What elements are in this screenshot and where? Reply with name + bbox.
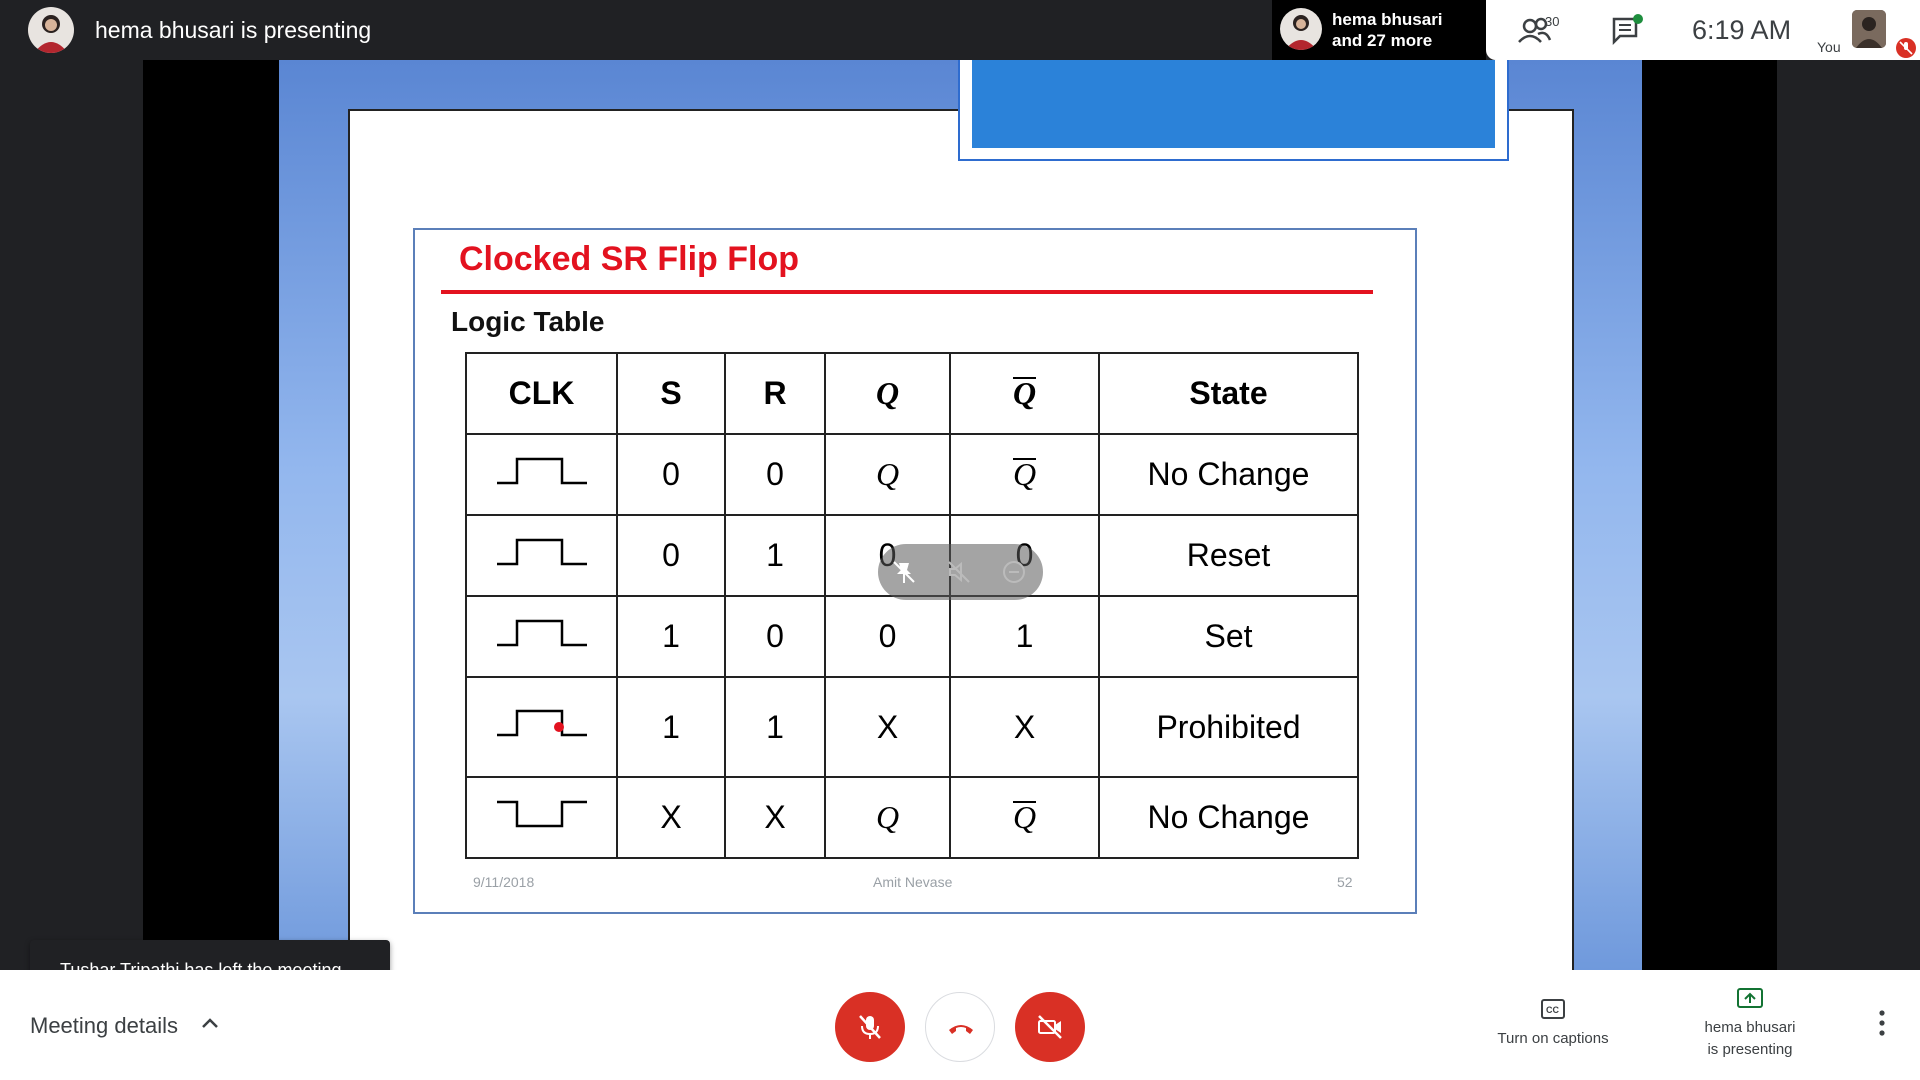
cell-s: X xyxy=(616,776,726,859)
cell-state: No Change xyxy=(1098,776,1359,859)
presenter-title: hema bhusari is presenting xyxy=(95,17,372,43)
participant-more: and 27 more xyxy=(1332,31,1433,50)
participant-name: hema bhusari xyxy=(1332,10,1443,29)
clk-falling-pulse-icon xyxy=(465,776,618,859)
captions-button[interactable]: CC Turn on captions xyxy=(1478,998,1628,1058)
header-clk: CLK xyxy=(465,352,618,435)
cell-q-bar: Q xyxy=(1012,456,1037,492)
clk-rising-pulse-icon xyxy=(465,514,618,597)
slide-footer-date: 9/11/2018 xyxy=(473,874,535,890)
presentation-stage: Clocked SR Flip Flop Logic Table CLK S R… xyxy=(0,60,1920,1000)
slide-title: Clocked SR Flip Flop xyxy=(459,240,800,278)
remove-tile-button[interactable] xyxy=(1000,558,1028,586)
cell-r: 1 xyxy=(724,676,826,778)
cell-q-bar: X xyxy=(949,676,1100,778)
cell-s: 0 xyxy=(616,514,726,597)
presentation-label-line2: is presenting xyxy=(1707,1041,1793,1058)
people-count: 30 xyxy=(1545,14,1560,29)
cell-s: 1 xyxy=(616,595,726,678)
slide-footer-page: 52 xyxy=(1337,874,1353,890)
logic-table: CLK S R Q Q State 0 0 Q Q No Change 0 1 … xyxy=(465,352,1359,859)
cell-state: Reset xyxy=(1098,514,1359,597)
chat-button[interactable] xyxy=(1610,14,1644,46)
bottom-bar: Meeting details CC Turn on captions hema… xyxy=(0,970,1920,1080)
cell-q: Q xyxy=(875,456,900,492)
header-r: R xyxy=(724,352,826,435)
table-header-row: CLK S R Q Q State xyxy=(465,352,1359,435)
microphone-toggle-button[interactable] xyxy=(835,992,905,1062)
more-options-icon[interactable] xyxy=(1874,1008,1890,1038)
mic-off-icon xyxy=(859,1015,881,1039)
volume-off-icon xyxy=(948,561,970,583)
meeting-details-button[interactable]: Meeting details xyxy=(30,1013,178,1039)
table-row: 1 0 0 1 Set xyxy=(465,595,1359,678)
cell-q: Q xyxy=(875,799,900,835)
chevron-up-icon[interactable] xyxy=(200,1014,220,1034)
leave-call-button[interactable] xyxy=(925,992,995,1062)
slide-title-rule xyxy=(441,290,1373,294)
clk-rising-pulse-icon xyxy=(465,595,618,678)
slide-blue-header xyxy=(958,60,1509,161)
slide-footer-author: Amit Nevase xyxy=(873,874,953,890)
tile-hover-controls xyxy=(878,544,1043,600)
self-muted-icon xyxy=(1896,38,1916,58)
closed-captions-icon: CC xyxy=(1541,999,1565,1019)
cell-q: X xyxy=(824,676,951,778)
cell-q-bar: Q xyxy=(1012,799,1037,835)
top-bar: hema bhusari is presenting hema bhusari … xyxy=(0,0,1920,60)
participant-avatar xyxy=(1280,8,1322,50)
camera-off-icon xyxy=(1038,1015,1062,1039)
presentation-button[interactable]: hema bhusari is presenting xyxy=(1688,986,1812,1061)
table-row: 1 1 X X Prohibited xyxy=(465,676,1359,778)
unpin-button[interactable] xyxy=(890,558,918,586)
clk-rising-pulse-icon xyxy=(465,676,618,778)
clk-rising-pulse-icon xyxy=(465,433,618,516)
cell-state: Set xyxy=(1098,595,1359,678)
cell-r: 0 xyxy=(724,595,826,678)
cell-r: 1 xyxy=(724,514,826,597)
header-s: S xyxy=(616,352,726,435)
hang-up-icon xyxy=(949,1025,973,1034)
presenter-avatar xyxy=(28,7,74,53)
cell-r: X xyxy=(724,776,826,859)
cell-s: 1 xyxy=(616,676,726,778)
meeting-info-bar: 30 6:19 AM You xyxy=(1486,0,1920,60)
cell-state: Prohibited xyxy=(1098,676,1359,778)
self-avatar[interactable] xyxy=(1852,10,1886,48)
pin-off-icon xyxy=(893,561,915,583)
captions-label: Turn on captions xyxy=(1497,1030,1609,1047)
cell-q-bar: 1 xyxy=(949,595,1100,678)
minus-circle-icon xyxy=(1003,561,1025,583)
participant-tile[interactable]: hema bhusari and 27 more xyxy=(1272,0,1486,60)
header-q-bar: Q xyxy=(1012,375,1037,411)
cell-q: 0 xyxy=(824,595,951,678)
cell-state: No Change xyxy=(1098,433,1359,516)
table-row: 0 0 Q Q No Change xyxy=(465,433,1359,516)
header-q: Q xyxy=(875,375,900,411)
svg-text:CC: CC xyxy=(1546,1005,1559,1015)
chat-icon xyxy=(1612,14,1643,46)
cell-s: 0 xyxy=(616,433,726,516)
clock: 6:19 AM xyxy=(1692,15,1792,45)
header-state: State xyxy=(1098,352,1359,435)
table-row: X X Q Q No Change xyxy=(465,776,1359,859)
cell-r: 0 xyxy=(724,433,826,516)
present-screen-icon xyxy=(1737,988,1763,1008)
self-label: You xyxy=(1817,39,1841,55)
presentation-label-line1: hema bhusari xyxy=(1704,1019,1796,1036)
mute-tile-button[interactable] xyxy=(945,558,973,586)
slide-subtitle: Logic Table xyxy=(451,306,605,337)
camera-toggle-button[interactable] xyxy=(1015,992,1085,1062)
